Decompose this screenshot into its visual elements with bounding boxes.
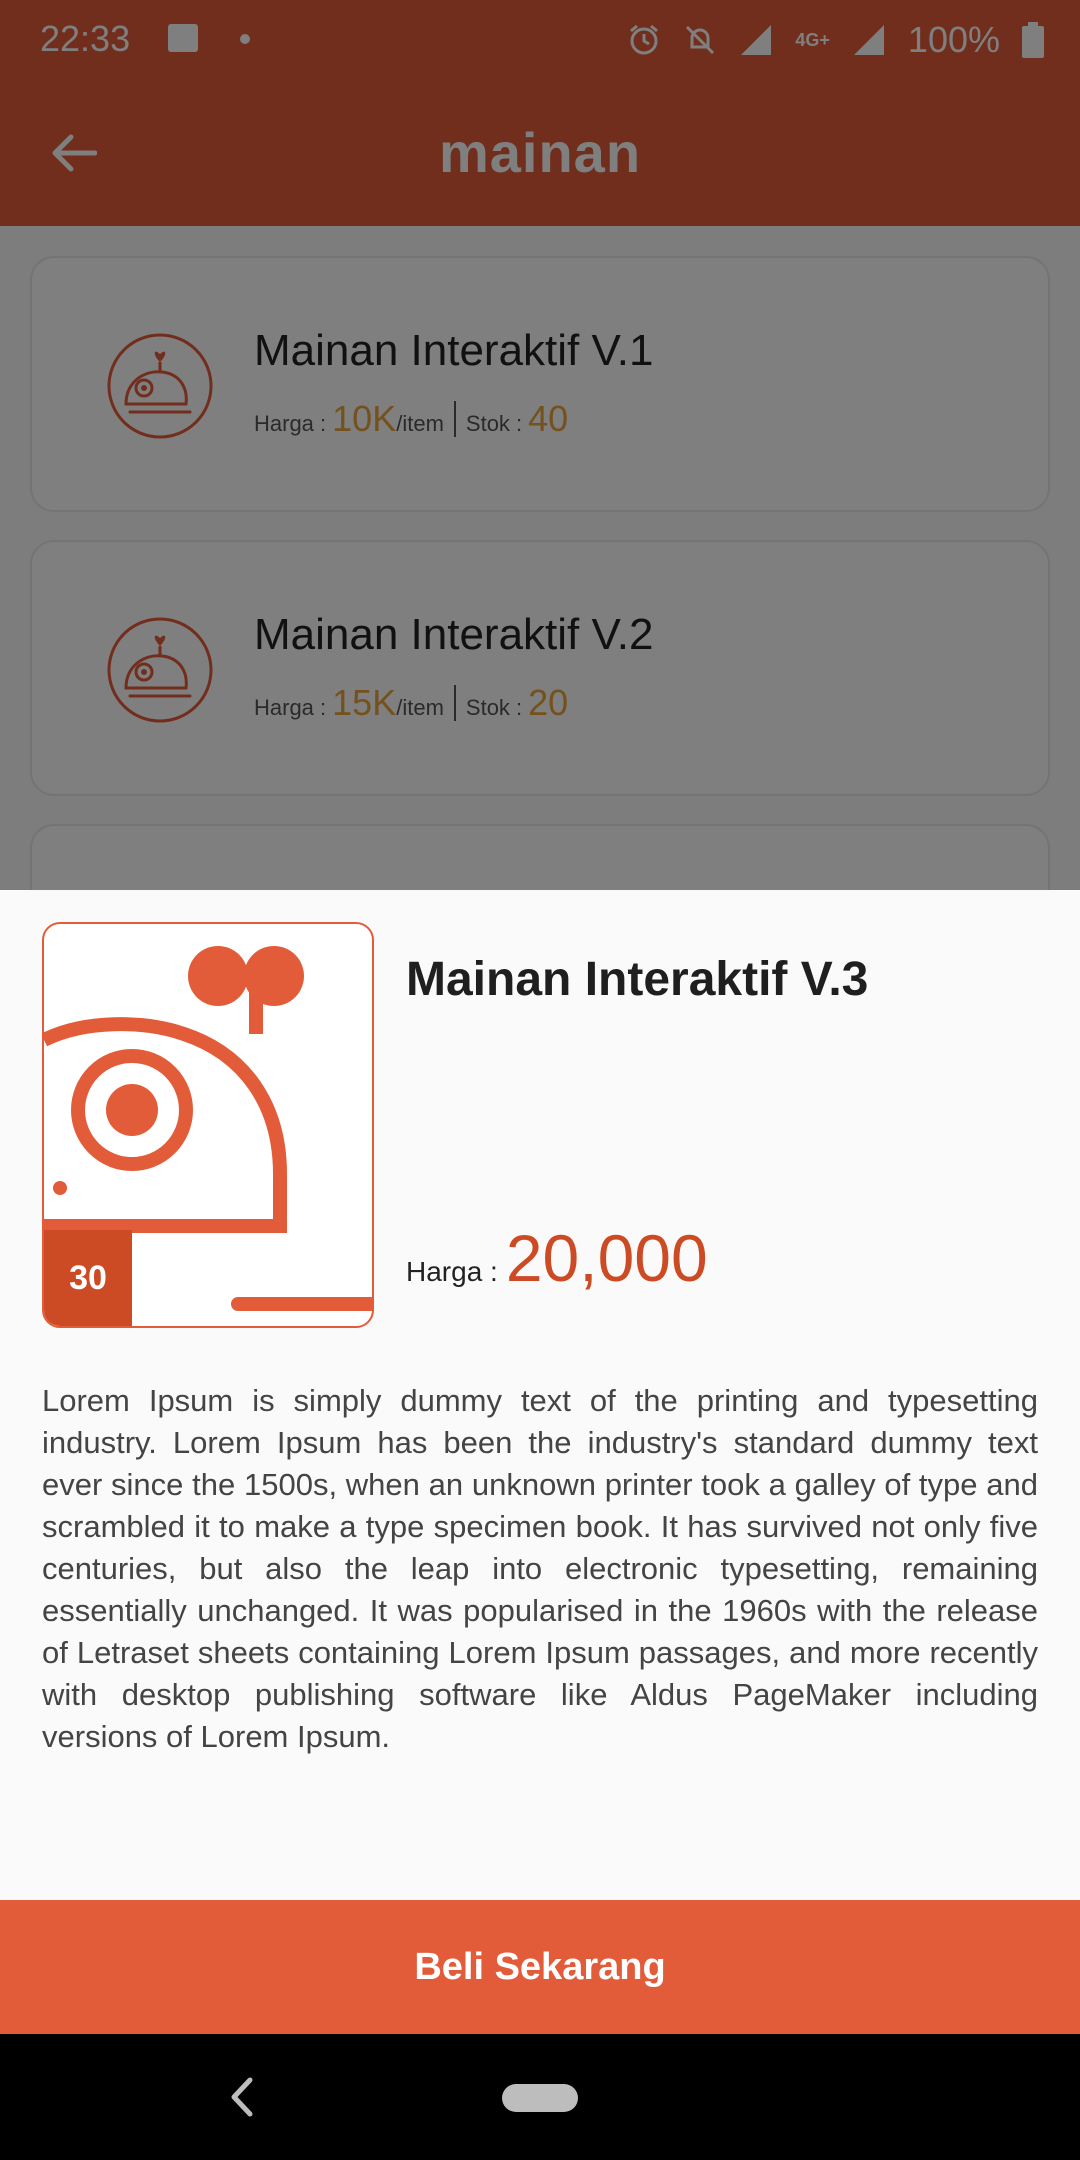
stock-badge: 30: [44, 1230, 132, 1326]
system-nav-bar: [0, 2034, 1080, 2160]
product-title: Mainan Interaktif V.3: [406, 953, 869, 1006]
price-value: 20,000: [505, 1221, 708, 1295]
product-description: Lorem Ipsum is simply dummy text of the …: [42, 1383, 1038, 1754]
nav-back-icon[interactable]: [222, 2074, 262, 2120]
modal-scrim[interactable]: [0, 0, 1080, 890]
buy-now-button[interactable]: Beli Sekarang: [0, 1900, 1080, 2034]
product-image: 30: [42, 922, 374, 1328]
nav-home-pill[interactable]: [502, 2084, 578, 2112]
price-label: Harga :: [406, 1256, 498, 1287]
product-detail-sheet: 30 Mainan Interaktif V.3 Harga : 20,000 …: [0, 890, 1080, 1900]
price-row: Harga : 20,000: [406, 1220, 708, 1296]
